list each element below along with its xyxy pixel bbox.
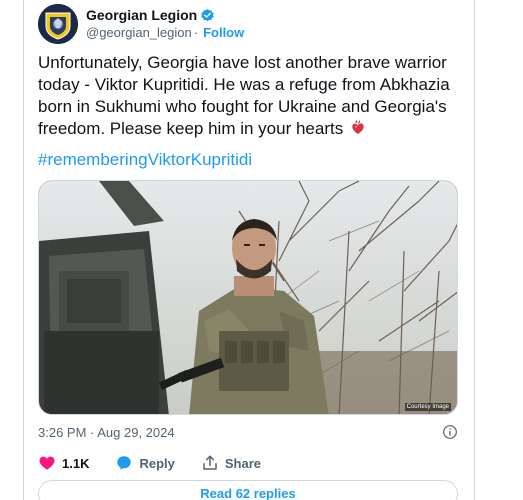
read-replies-button[interactable]: Read 62 replies [38, 480, 458, 500]
timestamp-row: 3:26 PM · Aug 29, 2024 [38, 424, 458, 440]
tweet-header: Georgian Legion @georgian_legion · Follow [38, 2, 244, 46]
reply-label: Reply [139, 455, 175, 471]
anatomical-heart-emoji-icon [352, 120, 364, 134]
reply-button[interactable]: Reply [115, 454, 175, 472]
hashtag-link[interactable]: #rememberingViktorKupritidi [38, 150, 252, 170]
verified-icon [201, 9, 214, 22]
action-bar: 1.1K Reply Share [38, 454, 287, 472]
photo-credit: Courtesy Image [404, 403, 451, 411]
handle-row: @georgian_legion · Follow [86, 25, 244, 41]
georgian-legion-emblem [38, 4, 78, 44]
account-names: Georgian Legion @georgian_legion · Follow [86, 7, 244, 41]
follow-button[interactable]: Follow [203, 25, 244, 40]
card-border-right [474, 0, 475, 500]
avatar[interactable] [38, 4, 78, 44]
tweet-text-block: Unfortunately, Georgia have lost another… [38, 52, 458, 140]
share-icon [203, 455, 217, 470]
info-icon[interactable] [442, 424, 458, 440]
share-label: Share [224, 455, 262, 471]
share-button[interactable]: Share [201, 454, 261, 472]
like-count: 1.1K [62, 455, 90, 471]
soldier-photo-illustration [39, 181, 457, 414]
tweet-card: Georgian Legion @georgian_legion · Follow … [24, 0, 474, 500]
display-name[interactable]: Georgian Legion [86, 7, 197, 25]
tweet-timestamp[interactable]: 3:26 PM · Aug 29, 2024 [38, 425, 175, 440]
like-button[interactable]: 1.1K [38, 454, 89, 472]
reply-bubble-icon [117, 456, 132, 470]
separator-dot: · [193, 24, 199, 40]
tweet-photo[interactable]: Courtesy Image [38, 180, 458, 415]
tweet-text: Unfortunately, Georgia have lost another… [38, 53, 450, 138]
display-name-row: Georgian Legion [86, 7, 244, 25]
like-heart-icon [39, 456, 55, 470]
account-handle[interactable]: @georgian_legion [86, 25, 192, 40]
